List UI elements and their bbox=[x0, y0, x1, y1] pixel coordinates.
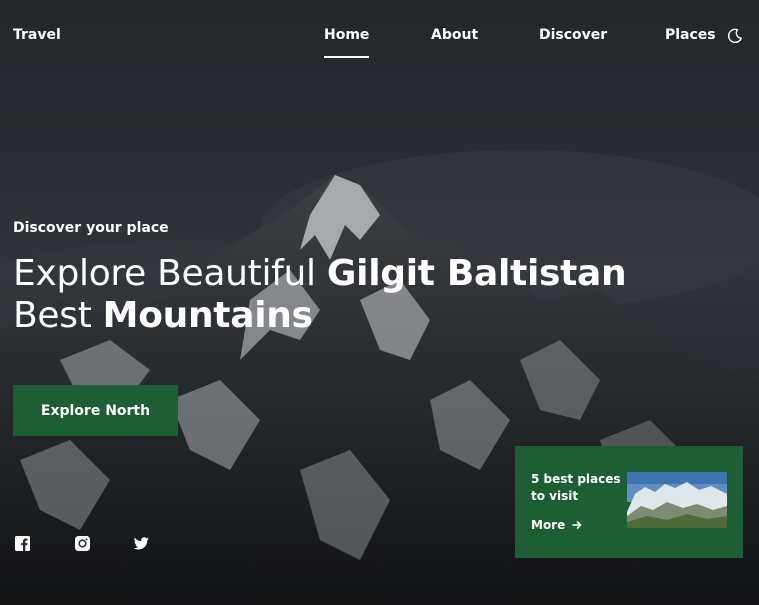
nav-link-about[interactable]: About bbox=[431, 27, 478, 43]
nav-link-places[interactable]: Places bbox=[665, 27, 716, 43]
card-more-label: More bbox=[531, 518, 566, 532]
hero-title: Explore Beautiful Gilgit Baltistan Best … bbox=[13, 253, 693, 338]
nav-link-discover[interactable]: Discover bbox=[539, 27, 607, 43]
arrow-right-icon bbox=[572, 521, 582, 529]
best-places-card: 5 best places to visit More bbox=[515, 446, 743, 558]
explore-north-button[interactable]: Explore North bbox=[13, 385, 178, 436]
hero-kicker: Discover your place bbox=[13, 220, 169, 236]
hero-title-line2-bold: Mountains bbox=[102, 295, 313, 337]
card-more-link[interactable]: More bbox=[531, 518, 582, 532]
site-logo[interactable]: Travel bbox=[13, 27, 61, 43]
hero-title-line1-bold: Gilgit Baltistan bbox=[326, 253, 627, 294]
instagram-icon[interactable] bbox=[74, 535, 91, 552]
twitter-icon[interactable] bbox=[133, 535, 150, 552]
moon-icon[interactable] bbox=[727, 28, 743, 44]
hero-title-line2-light: Best bbox=[13, 295, 103, 337]
hero-title-line1-light: Explore Beautiful bbox=[13, 253, 327, 294]
nav-link-home[interactable]: Home bbox=[324, 27, 370, 58]
facebook-icon[interactable] bbox=[14, 535, 31, 552]
top-navigation: Travel Home About Discover Places bbox=[0, 0, 759, 72]
mountain-thumbnail-image[interactable] bbox=[627, 472, 727, 528]
card-title: 5 best places to visit bbox=[531, 472, 621, 504]
